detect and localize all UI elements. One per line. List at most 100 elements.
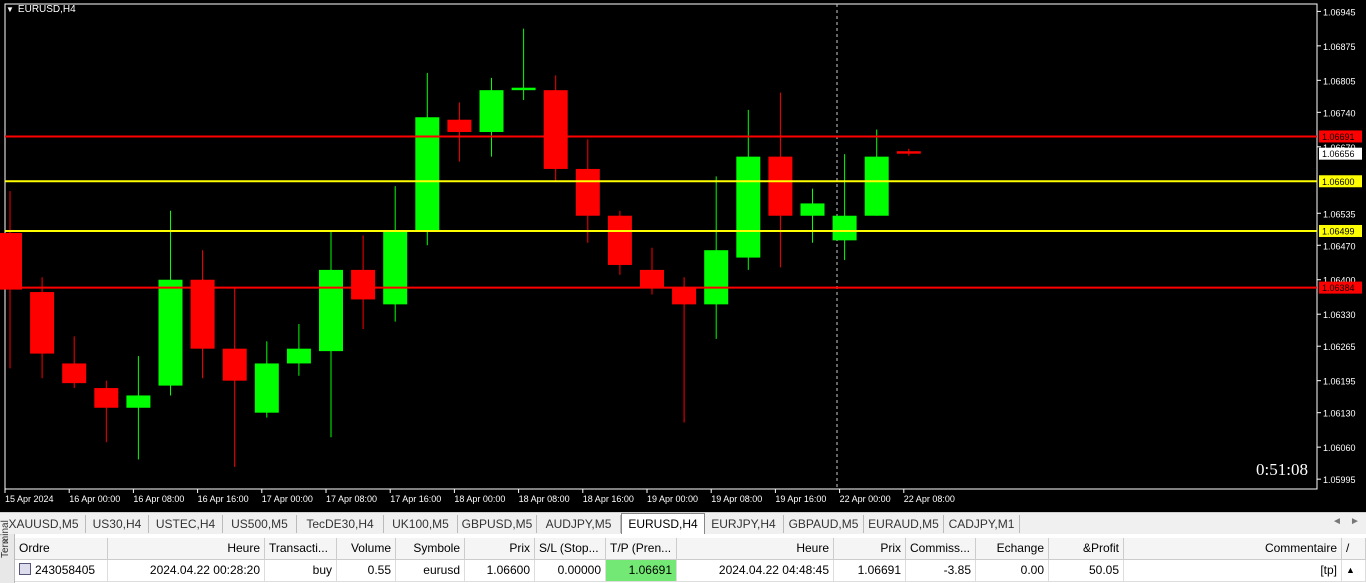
column-header[interactable]: Prix [834, 538, 906, 559]
order-id: 243058405 [35, 563, 96, 577]
candle-body [254, 363, 279, 413]
price-tag-label: 1.06384 [1322, 283, 1355, 293]
candle-body [30, 292, 55, 354]
price-axis-label: 1.05995 [1323, 475, 1356, 485]
candle-body [575, 168, 600, 216]
column-header[interactable]: Commentaire [1124, 538, 1342, 559]
tab-us30-h4[interactable]: US30,H4 [86, 515, 149, 533]
table-cell: buy [265, 560, 337, 581]
column-header[interactable]: Heure [108, 538, 265, 559]
time-axis-label: 17 Apr 00:00 [262, 494, 313, 504]
candle-body [415, 117, 440, 231]
candle-body [126, 395, 151, 408]
tab-gbpaud-m5[interactable]: GBPAUD,M5 [784, 515, 864, 533]
table-cell: 0.55 [337, 560, 396, 581]
time-axis-label: 15 Apr 2024 [5, 494, 54, 504]
candle-body [62, 363, 87, 384]
candle-body [704, 250, 729, 305]
price-axis-label: 1.06535 [1323, 209, 1356, 219]
candle-body [511, 87, 536, 91]
tab-ustec-h4[interactable]: USTEC,H4 [149, 515, 223, 533]
column-header[interactable]: Heure [677, 538, 834, 559]
candle-body [190, 279, 215, 349]
tab-euraud-m5[interactable]: EURAUD,M5 [864, 515, 944, 533]
column-header[interactable]: / [1342, 538, 1366, 559]
price-tag-label: 1.06499 [1322, 226, 1355, 236]
candle-body [896, 151, 921, 154]
table-cell: 2024.04.22 00:28:20 [108, 560, 265, 581]
time-axis-label: 16 Apr 16:00 [198, 494, 249, 504]
price-axis-label: 1.06265 [1323, 342, 1356, 352]
table-cell: 0.00 [976, 560, 1049, 581]
tab-eurjpy-h4[interactable]: EURJPY,H4 [704, 515, 784, 533]
candle-body [158, 279, 183, 386]
table-cell: -3.85 [906, 560, 976, 581]
column-header[interactable]: Symbole [396, 538, 465, 559]
terminal-vertical-label: Terminal [0, 520, 11, 558]
tab-tecde30-h4[interactable]: TecDE30,H4 [297, 515, 384, 533]
tab-uk100-m5[interactable]: UK100,M5 [384, 515, 458, 533]
terminal-sidebar: × Terminal [0, 520, 15, 583]
candle-body [543, 90, 568, 169]
time-axis-label: 19 Apr 00:00 [647, 494, 698, 504]
column-header[interactable]: &Profit [1049, 538, 1124, 559]
table-cell: 1.06691 [606, 560, 677, 581]
chevron-left-icon[interactable]: ◄ [1332, 516, 1342, 527]
candle-body [736, 156, 761, 258]
price-axis-label: 1.06740 [1323, 108, 1356, 118]
scroll-up-icon[interactable]: ▲ [1342, 560, 1366, 581]
tab-eurusd-h4[interactable]: EURUSD,H4 [621, 513, 705, 534]
candle-body [383, 230, 408, 305]
chevron-right-icon[interactable]: ► [1350, 516, 1360, 527]
price-chart[interactable]: 1.069451.068751.068051.067401.066701.065… [0, 0, 1366, 512]
price-tag-label: 1.06656 [1322, 149, 1355, 159]
order-icon [19, 563, 31, 575]
price-axis-label: 1.06130 [1323, 409, 1356, 419]
time-axis-label: 19 Apr 16:00 [775, 494, 826, 504]
table-cell: 1.06691 [834, 560, 906, 581]
column-header[interactable]: Transacti... [265, 538, 337, 559]
tab-xauusd-m5[interactable]: XAUUSD,M5 [2, 515, 86, 533]
candle-body [479, 90, 504, 133]
candle-body [0, 232, 22, 290]
column-header[interactable]: Prix [465, 538, 535, 559]
candle-body [447, 119, 472, 133]
column-header[interactable]: Echange [976, 538, 1049, 559]
time-axis-label: 17 Apr 08:00 [326, 494, 377, 504]
time-axis-label: 18 Apr 16:00 [583, 494, 634, 504]
chart-area[interactable]: 1.069451.068751.068051.067401.066701.065… [0, 0, 1366, 512]
order-cell: 243058405 [15, 560, 108, 581]
candle-body [768, 156, 793, 216]
price-axis-label: 1.06060 [1323, 443, 1356, 453]
candle-body [286, 348, 311, 364]
table-cell: 2024.04.22 04:48:45 [677, 560, 834, 581]
candle-body [864, 156, 889, 216]
time-axis-label: 16 Apr 00:00 [69, 494, 120, 504]
column-header[interactable]: T/P (Pren... [606, 538, 677, 559]
tab-audjpy-m5[interactable]: AUDJPY,M5 [537, 515, 621, 533]
table-cell: 50.05 [1049, 560, 1124, 581]
time-axis-label: 18 Apr 08:00 [519, 494, 570, 504]
price-axis-label: 1.06470 [1323, 241, 1356, 251]
column-header[interactable]: Commiss... [906, 538, 976, 559]
bar-countdown: 0:51:08 [1256, 460, 1308, 479]
candle-body [607, 215, 632, 265]
price-axis-label: 1.06945 [1323, 7, 1356, 17]
history-header-row: Ordre Heure Transacti... Volume Symbole Prix S… [15, 538, 1366, 560]
time-axis-label: 19 Apr 08:00 [711, 494, 762, 504]
column-header[interactable]: Volume [337, 538, 396, 559]
candle-body [351, 269, 376, 300]
table-row[interactable]: 243058405 2024.04.22 00:28:20 buy 0.55 eurus… [15, 560, 1366, 582]
column-header[interactable]: Ordre [15, 538, 108, 559]
candle-body [640, 269, 664, 288]
chart-symbol-label[interactable]: ▼ EURUSD,H4 [6, 4, 76, 15]
tab-gbpusd-m5[interactable]: GBPUSD,M5 [458, 515, 537, 533]
column-header[interactable]: S/L (Stop... [535, 538, 606, 559]
candle-body [672, 287, 697, 305]
tab-cadjpy-m1[interactable]: CADJPY,M1 [944, 515, 1020, 533]
symbol-text: EURUSD,H4 [17, 4, 76, 15]
caret-down-icon[interactable]: ▼ [6, 5, 14, 14]
candle-body [94, 388, 119, 408]
time-axis-label: 18 Apr 00:00 [454, 494, 505, 504]
tab-us500-m5[interactable]: US500,M5 [223, 515, 297, 533]
